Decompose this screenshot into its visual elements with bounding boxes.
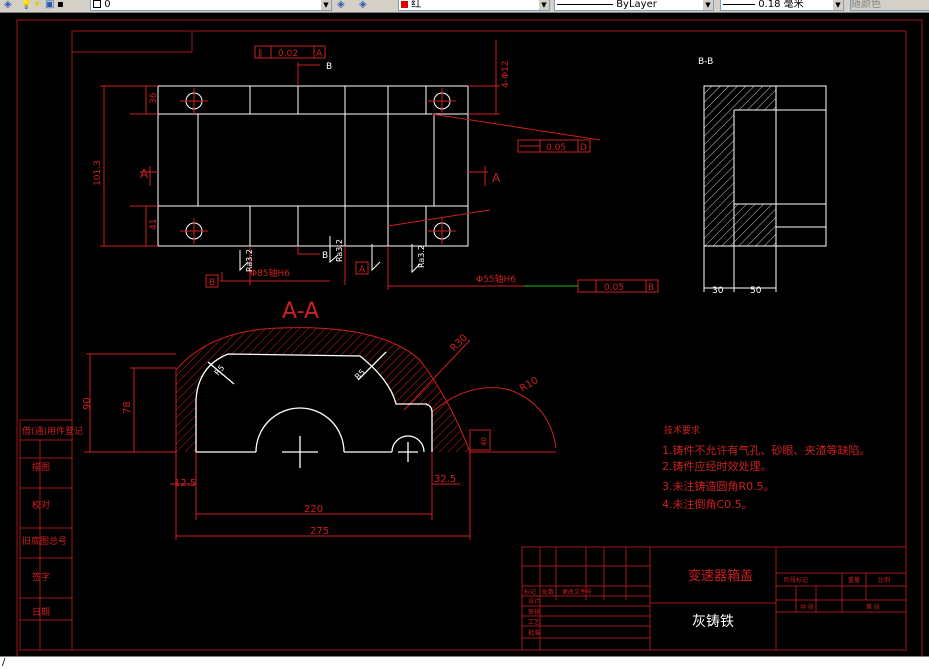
command-line[interactable]: / bbox=[0, 656, 929, 669]
sheet-border bbox=[16, 19, 923, 658]
chevron-down-icon[interactable]: ▼ bbox=[321, 0, 331, 10]
title-block-label: 更改文件号 bbox=[562, 588, 592, 596]
dimension-label: 275 bbox=[310, 526, 329, 537]
roughness-label: Ra3.2 bbox=[335, 239, 344, 262]
view-label: B bbox=[326, 62, 332, 72]
title-block-label: 批准 bbox=[528, 629, 540, 637]
dimension-label: 41 bbox=[149, 219, 159, 230]
datum-label: B bbox=[209, 278, 215, 288]
roughness-label: Ra3.2 bbox=[417, 245, 426, 268]
title-block-label: 处数 bbox=[542, 588, 554, 596]
drawing-canvas[interactable]: 借(通)用件登记 描图 校对 旧底图总号 签字 日期 ∥ 0.02 A 0.05… bbox=[0, 12, 929, 658]
dimension-label: R30 bbox=[448, 332, 470, 354]
section-title: B-B bbox=[698, 57, 713, 67]
top-view[interactable] bbox=[100, 40, 659, 293]
side-table-row: 日期 bbox=[32, 607, 50, 618]
tolerance-datum: D bbox=[580, 143, 587, 153]
dimension-label: 90 bbox=[82, 397, 93, 410]
lineweight-dropdown[interactable]: 0.18 毫米 ▼ bbox=[720, 0, 844, 11]
make-current-layer-icon[interactable]: ◈ bbox=[337, 0, 345, 11]
chevron-down-icon[interactable]: ▼ bbox=[703, 0, 713, 10]
chevron-down-icon[interactable]: ▼ bbox=[833, 0, 843, 10]
dimension-label: 30 bbox=[712, 286, 724, 296]
dimension-label: 4-Φ12 bbox=[501, 60, 511, 88]
dimension-label: R5 bbox=[353, 368, 367, 382]
title-block-label: 审核 bbox=[528, 608, 540, 616]
section-bb-view[interactable] bbox=[703, 85, 827, 292]
dimension-label: Φ85轴H6 bbox=[250, 267, 290, 279]
color-value: 红 bbox=[411, 0, 422, 10]
datum-label: A bbox=[359, 265, 366, 275]
tolerance-datum: A bbox=[316, 49, 323, 59]
title-block-label: 标记 bbox=[524, 588, 536, 596]
title-block-label: 第 张 bbox=[866, 603, 880, 611]
dimension-label: 101.3 bbox=[93, 160, 103, 186]
tolerance-value: 0.05 bbox=[604, 283, 624, 293]
dimension-label: 78 bbox=[122, 401, 133, 414]
lineweight-value: 0.18 毫米 bbox=[758, 0, 804, 10]
dimension-label: 12.5 bbox=[174, 478, 196, 489]
dimension-label: 220 bbox=[304, 504, 323, 515]
title-block bbox=[521, 546, 907, 651]
notes-line: 1.铸件不允许有气孔、砂眼、夹渣等缺陷。 bbox=[662, 443, 871, 457]
lightbulb-icon[interactable]: 💡 bbox=[20, 0, 32, 11]
title-block-label: 设计 bbox=[528, 597, 540, 605]
notes-line: 2.铸件应经时效处理。 bbox=[662, 459, 772, 473]
side-table-row: 借(通)用件登记 bbox=[22, 425, 83, 437]
dimension-label: 50 bbox=[750, 286, 762, 296]
lock-icon[interactable]: ▣ bbox=[45, 0, 54, 11]
dimension-label: 32.5 bbox=[434, 474, 456, 485]
command-prompt: / bbox=[2, 657, 6, 668]
square-icon[interactable]: ▪ bbox=[57, 0, 64, 11]
chevron-down-icon[interactable]: ▼ bbox=[539, 0, 549, 10]
color-dropdown[interactable]: 红 ▼ bbox=[398, 0, 550, 11]
view-label: A bbox=[492, 171, 501, 185]
red-swatch-icon bbox=[401, 0, 408, 8]
previous-layer-icon[interactable]: ◈ bbox=[359, 0, 367, 11]
view-label: B bbox=[322, 251, 328, 261]
parallel-tolerance-icon: ∥ bbox=[258, 49, 263, 59]
linetype-value: ByLayer bbox=[616, 0, 657, 10]
notes-line: 3.未注铸造圆角R0.5。 bbox=[662, 479, 775, 493]
layer-value: 0 bbox=[104, 0, 111, 10]
notes-title: 技术要求 bbox=[664, 424, 700, 436]
notes-line: 4.未注倒角C0.5。 bbox=[662, 497, 753, 511]
tolerance-datum: B bbox=[648, 283, 654, 293]
title-block-label: 工艺 bbox=[528, 618, 540, 626]
linetype-dropdown[interactable]: ByLayer ▼ bbox=[554, 0, 714, 11]
material: 灰铸铁 bbox=[692, 614, 734, 630]
roughness-label: Ra3.2 bbox=[245, 249, 254, 272]
title-block-label: 重量 bbox=[848, 576, 860, 584]
side-table-row: 校对 bbox=[32, 499, 50, 511]
layer-manager-icon[interactable]: ◈ bbox=[4, 0, 12, 11]
tolerance-value: 0.05 bbox=[546, 143, 566, 153]
section-title: A-A bbox=[282, 299, 319, 324]
side-table-row: 签字 bbox=[32, 571, 50, 583]
title-block-label: 共 张 bbox=[800, 603, 814, 611]
plotstyle-dropdown[interactable]: 随颜色 bbox=[850, 0, 929, 11]
title-block-label: 比例 bbox=[878, 576, 890, 584]
dimension-label: 40 bbox=[480, 437, 488, 446]
plotstyle-value: 随颜色 bbox=[851, 0, 881, 10]
part-name: 变速器箱盖 bbox=[688, 568, 753, 584]
view-label: A bbox=[140, 167, 149, 181]
dimension-label: 36 bbox=[149, 92, 159, 104]
tolerance-value: 0.02 bbox=[278, 49, 298, 59]
sun-icon[interactable]: ☀ bbox=[33, 0, 42, 11]
side-table-row: 旧底图总号 bbox=[22, 535, 67, 547]
side-table-row: 描图 bbox=[32, 461, 50, 473]
title-block-label: 阶段标记 bbox=[784, 576, 808, 584]
dimension-label: Φ55轴H6 bbox=[476, 273, 516, 285]
layer-dropdown[interactable]: 0 ▼ bbox=[90, 0, 332, 11]
dimension-label: R10 bbox=[518, 375, 541, 394]
